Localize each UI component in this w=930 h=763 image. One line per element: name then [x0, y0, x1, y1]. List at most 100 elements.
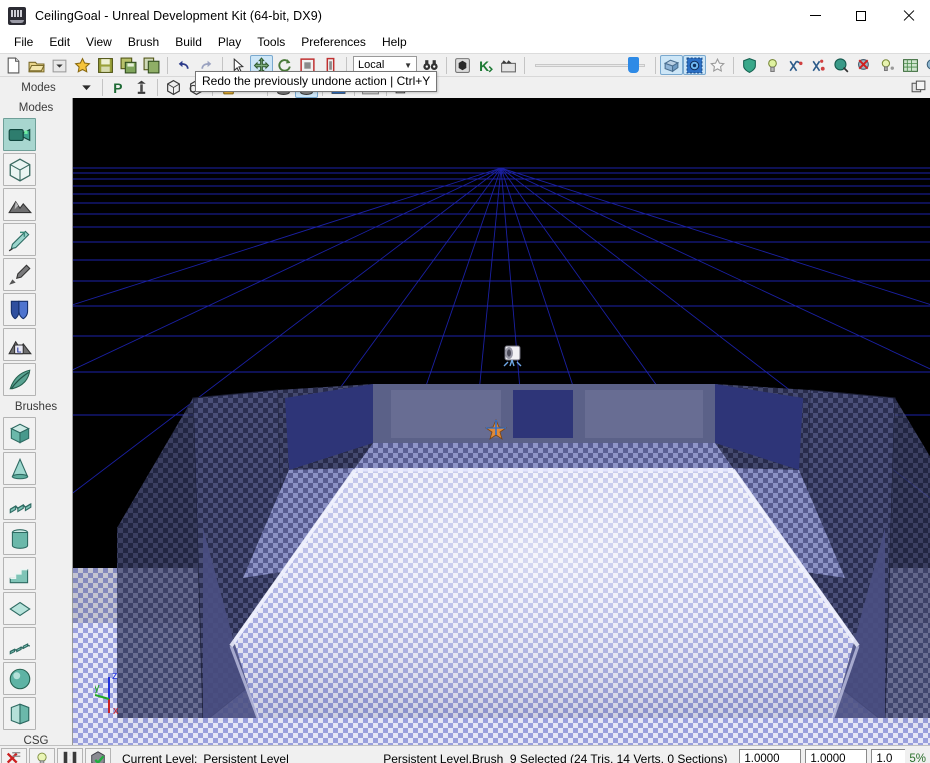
sidebar-item-brush-cone[interactable]	[3, 452, 36, 485]
sidebar-item-mode-geometry[interactable]	[3, 153, 36, 186]
slider-thumb[interactable]	[628, 57, 639, 73]
3d-viewport[interactable]: z x y	[73, 98, 930, 745]
sidebar-item-brush-spiral-stair[interactable]	[3, 627, 36, 660]
main-body: Modes	[0, 98, 930, 745]
brush-wireframe-button[interactable]	[162, 78, 185, 98]
minimize-button[interactable]	[792, 0, 838, 31]
pivot-button[interactable]: P	[107, 78, 130, 98]
kismet-button[interactable]: K	[474, 55, 497, 75]
matinee-button[interactable]	[497, 55, 520, 75]
sidebar-item-mode-paint[interactable]	[3, 258, 36, 291]
main-toolbar: Local ▼ K	[0, 53, 930, 76]
window-controls	[792, 0, 930, 31]
open-file-button[interactable]	[25, 55, 48, 75]
float-panel-button[interactable]	[907, 78, 930, 98]
sidebar-group-modes: L	[0, 117, 72, 397]
paths-button[interactable]	[57, 748, 83, 763]
toolbar-separator	[733, 57, 734, 74]
udk-main-window: CeilingGoal - Unreal Development Kit (64…	[0, 0, 930, 763]
sidebar-group-brushes	[0, 416, 72, 731]
sidebar-item-mode-camera[interactable]	[3, 118, 36, 151]
save-all-button[interactable]	[117, 55, 140, 75]
svg-text:L: L	[16, 345, 21, 354]
sidebar-item-mode-texture-align[interactable]	[3, 223, 36, 256]
menu-help[interactable]: Help	[374, 32, 415, 52]
clear-lighting-button[interactable]	[853, 55, 876, 75]
lighting-unbuilt-button[interactable]	[1, 748, 27, 763]
close-button[interactable]	[884, 0, 930, 31]
fullscreen-preview-button[interactable]	[660, 55, 683, 75]
sidebar-item-mode-mesh-paint[interactable]	[3, 293, 36, 326]
sidebar-item-brush-sphere[interactable]	[3, 662, 36, 695]
build-paths-button[interactable]	[784, 55, 807, 75]
build-geometry-button[interactable]	[899, 55, 922, 75]
sidebar-group-title-modes: Modes	[0, 98, 72, 117]
viewport-render	[73, 98, 930, 745]
actor-pivot-button[interactable]	[130, 78, 153, 98]
sidebar-item-brush-cylinder[interactable]	[3, 522, 36, 555]
window-title: CeilingGoal - Unreal Development Kit (64…	[35, 9, 322, 23]
sidebar-group-title-brushes: Brushes	[0, 397, 72, 416]
modes-panel-label: Modes	[21, 82, 56, 94]
menu-play[interactable]: Play	[210, 32, 249, 52]
modes-sidebar: Modes	[0, 98, 73, 745]
modes-dropdown[interactable]	[75, 78, 98, 98]
add-light-button[interactable]	[761, 55, 784, 75]
bookmark-star-button[interactable]	[706, 55, 729, 75]
build-lighting-button[interactable]	[876, 55, 899, 75]
menu-build[interactable]: Build	[167, 32, 210, 52]
favorite-button[interactable]	[71, 55, 94, 75]
geometry-ok-button[interactable]	[85, 748, 111, 763]
sidebar-item-mode-foliage[interactable]	[3, 363, 36, 396]
unreal-content-browser-button[interactable]	[451, 55, 474, 75]
title-bar: CeilingGoal - Unreal Development Kit (64…	[0, 0, 930, 31]
zoom-level: 5%	[909, 753, 926, 763]
axis-label-y: y	[95, 682, 100, 694]
copy-button[interactable]	[140, 55, 163, 75]
save-button[interactable]	[94, 55, 117, 75]
toolbar-separator	[446, 57, 447, 74]
current-level-value: Persistent Level	[203, 752, 288, 763]
app-logo-icon	[8, 7, 26, 25]
axis-label-x: x	[113, 705, 119, 717]
build-paths-alt-button[interactable]	[807, 55, 830, 75]
status-bar: Current Level: Persistent Level Persiste…	[0, 745, 930, 763]
maximize-button[interactable]	[838, 0, 884, 31]
sidebar-item-mode-landscape[interactable]: L	[3, 328, 36, 361]
menu-brush[interactable]: Brush	[120, 32, 167, 52]
menu-file[interactable]: File	[6, 32, 41, 52]
build-all-button[interactable]	[830, 55, 853, 75]
menu-view[interactable]: View	[78, 32, 120, 52]
svg-text:P: P	[113, 80, 122, 96]
sidebar-item-mode-terrain[interactable]	[3, 188, 36, 221]
selection-info: Persistent Level.Brush_9 Selected (24 Tr…	[383, 752, 727, 763]
tooltip: Redo the previously undone action | Ctrl…	[195, 71, 437, 92]
sidebar-item-brush-sheet[interactable]	[3, 592, 36, 625]
toolbar-separator	[102, 79, 103, 96]
volume-button[interactable]	[738, 55, 761, 75]
sidebar-item-brush-linear-stair[interactable]	[3, 557, 36, 590]
sidebar-item-brush-tetrahedron[interactable]	[3, 697, 36, 730]
toolbar-separator	[524, 57, 525, 74]
chevron-down-icon: ▼	[404, 61, 412, 70]
transform-field-2[interactable]: 1.0000	[805, 749, 867, 763]
sidebar-item-brush-cube[interactable]	[3, 417, 36, 450]
viewport-axis-widget: z x y	[95, 669, 139, 717]
drag-grid-slider[interactable]	[535, 56, 645, 74]
build-ai-paths-button[interactable]	[922, 55, 930, 75]
menu-edit[interactable]: Edit	[41, 32, 78, 52]
axis-label-z: z	[112, 670, 118, 682]
secondary-toolbar: Modes P	[0, 76, 930, 98]
open-recent-dropdown[interactable]	[48, 55, 71, 75]
transform-field-3[interactable]: 1.0	[871, 749, 905, 763]
toolbar-separator	[157, 79, 158, 96]
menu-tools[interactable]: Tools	[249, 32, 293, 52]
sidebar-item-brush-curved-stair[interactable]	[3, 487, 36, 520]
toolbar-separator	[655, 57, 656, 74]
menu-preferences[interactable]: Preferences	[293, 32, 374, 52]
undo-button[interactable]	[172, 55, 195, 75]
realtime-preview-button[interactable]	[683, 55, 706, 75]
lightmass-button[interactable]	[29, 748, 55, 763]
transform-field-1[interactable]: 1.0000	[739, 749, 801, 763]
new-file-button[interactable]	[2, 55, 25, 75]
